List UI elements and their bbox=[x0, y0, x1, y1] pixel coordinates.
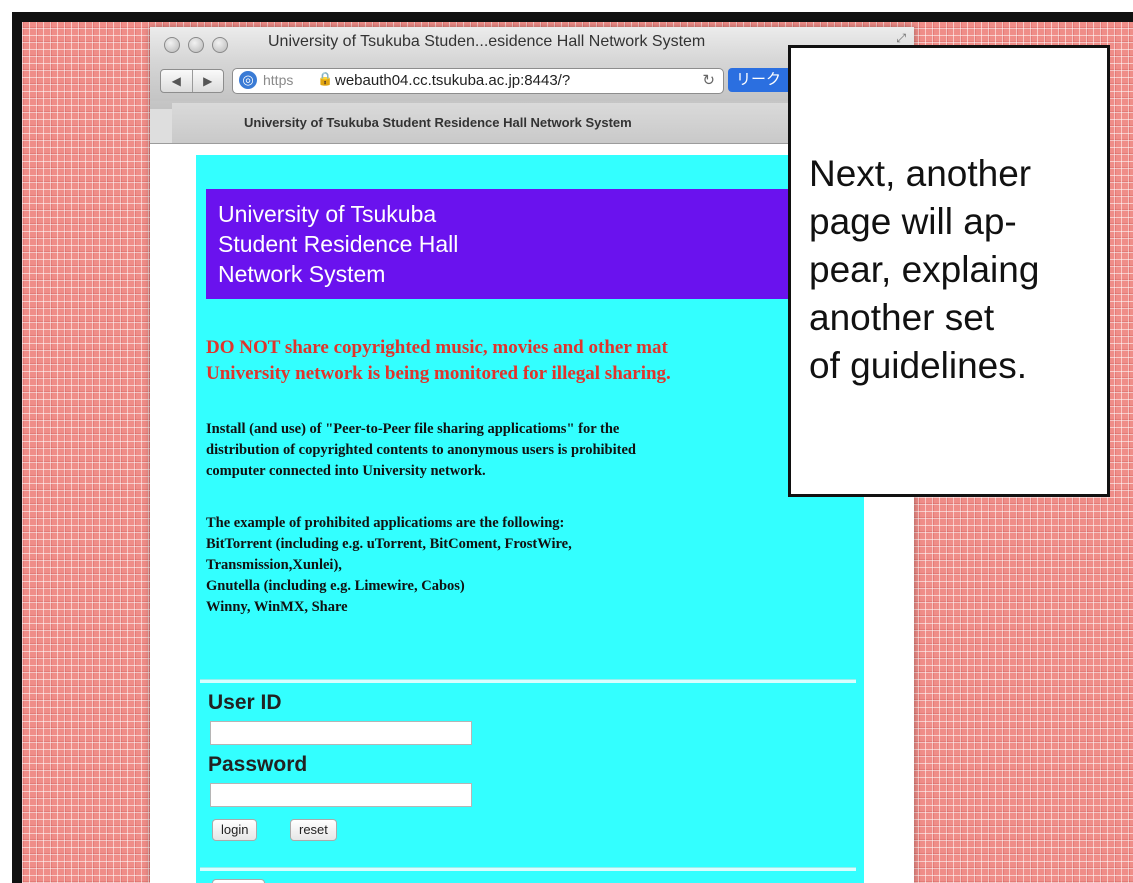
window-title: University of Tsukuba Studen...esidence … bbox=[268, 33, 706, 50]
callout-line: page will ap- bbox=[809, 201, 1017, 242]
url-host: webauth04.cc.tsukuba.ac.jp:8443/? bbox=[335, 72, 571, 89]
zoom-window-icon[interactable] bbox=[212, 37, 228, 53]
copyright-warning: DO NOT share copyrighted music, movies a… bbox=[206, 335, 846, 387]
banner-line: Network System bbox=[218, 261, 386, 287]
tab-inactive[interactable] bbox=[150, 109, 173, 143]
annotation-callout: Next, another page will ap- pear, explai… bbox=[788, 45, 1110, 497]
user-id-input[interactable] bbox=[210, 721, 472, 745]
forward-button[interactable]: ▶ bbox=[193, 70, 224, 92]
page-banner: University of Tsukuba Student Residence … bbox=[206, 189, 806, 299]
password-label: Password bbox=[208, 753, 308, 776]
warning-line: University network is being monitored fo… bbox=[206, 363, 671, 384]
close-window-icon[interactable] bbox=[164, 37, 180, 53]
callout-line: another set bbox=[809, 297, 995, 338]
logout-button[interactable]: logout bbox=[212, 879, 266, 883]
examples-line: Transmission,Xunlei), bbox=[206, 557, 342, 573]
banner-line: Student Residence Hall bbox=[218, 231, 459, 257]
divider bbox=[200, 679, 856, 683]
password-input[interactable] bbox=[210, 783, 472, 807]
nav-buttons: ◀ ▶ bbox=[160, 69, 224, 93]
fullscreen-icon[interactable]: ⤢ bbox=[896, 31, 906, 46]
login-button[interactable]: login bbox=[212, 819, 258, 841]
examples-line: The example of prohibited applicatioms a… bbox=[206, 515, 565, 531]
user-id-label: User ID bbox=[208, 691, 282, 714]
notice-line: distribution of copyrighted contents to … bbox=[206, 442, 636, 458]
tab-title: University of Tsukuba Student Residence … bbox=[244, 115, 632, 130]
notice-line: Install (and use) of "Peer-to-Peer file … bbox=[206, 421, 620, 437]
reload-icon[interactable]: ↻ bbox=[702, 71, 715, 89]
banner-line: University of Tsukuba bbox=[218, 201, 437, 227]
callout-line: of guidelines. bbox=[809, 345, 1028, 386]
back-button[interactable]: ◀ bbox=[161, 70, 193, 92]
divider bbox=[200, 867, 856, 871]
notice-line: computer connected into University netwo… bbox=[206, 463, 486, 479]
address-bar[interactable]: ◎ https 🔒 webauth04.cc.tsukuba.ac.jp:844… bbox=[232, 68, 724, 94]
prohibited-apps-list: The example of prohibited applicatioms a… bbox=[206, 513, 846, 618]
globe-icon: ◎ bbox=[239, 71, 257, 89]
warning-line: DO NOT share copyrighted music, movies a… bbox=[206, 337, 668, 358]
url-scheme: https bbox=[263, 72, 294, 88]
slide-frame: University of Tsukuba Studen...esidence … bbox=[0, 0, 1133, 883]
lock-icon: 🔒 bbox=[317, 71, 334, 86]
p2p-notice: Install (and use) of "Peer-to-Peer file … bbox=[206, 419, 846, 482]
minimize-window-icon[interactable] bbox=[188, 37, 204, 53]
callout-line: pear, explaing bbox=[809, 249, 1040, 290]
examples-line: BitTorrent (including e.g. uTorrent, Bit… bbox=[206, 536, 572, 552]
examples-line: Gnutella (including e.g. Limewire, Cabos… bbox=[206, 578, 465, 594]
reset-button[interactable]: reset bbox=[290, 819, 337, 841]
login-page: University of Tsukuba Student Residence … bbox=[196, 155, 864, 883]
callout-line: Next, another bbox=[809, 153, 1032, 194]
examples-line: Winny, WinMX, Share bbox=[206, 599, 348, 615]
